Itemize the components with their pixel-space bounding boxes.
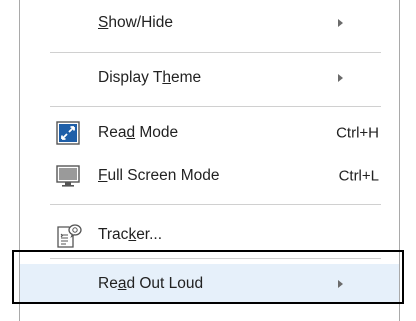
menu-separator [50, 106, 381, 107]
menu-item-label: Display Theme [98, 69, 202, 86]
menu-item-display-theme[interactable]: Display Theme [20, 55, 399, 101]
view-menu: Show/Hide Display Theme Read Mode Ctrl+H [19, 0, 400, 321]
submenu-arrow-icon [338, 19, 343, 27]
menu-item-label: Read Mode [98, 124, 179, 141]
menu-item-show-hide[interactable]: Show/Hide [20, 0, 399, 46]
menu-item-read-mode[interactable]: Read Mode Ctrl+H [20, 110, 399, 156]
shortcut-label: Ctrl+L [338, 167, 379, 185]
menu-item-label: Full Screen Mode [98, 167, 220, 184]
tracker-icon [56, 223, 82, 248]
menu-item-full-screen-mode[interactable]: Full Screen Mode Ctrl+L [20, 153, 399, 199]
submenu-arrow-icon [338, 74, 343, 82]
menu-item-label: Tracker... [98, 226, 163, 243]
menu-separator [50, 258, 381, 259]
submenu-arrow-icon [338, 280, 343, 288]
shortcut-label: Ctrl+H [336, 124, 379, 142]
menu-item-read-out-loud[interactable]: Read Out Loud [20, 264, 399, 304]
menu-item-label: Show/Hide [98, 14, 173, 31]
screenshot-frame: Show/Hide Display Theme Read Mode Ctrl+H [0, 0, 416, 321]
menu-item-tracker[interactable]: Tracker... [20, 212, 399, 258]
full-screen-icon [56, 164, 80, 188]
read-mode-icon [56, 121, 80, 145]
menu-item-label: Read Out Loud [98, 275, 204, 292]
menu-separator [50, 204, 381, 205]
menu-separator [50, 52, 381, 53]
